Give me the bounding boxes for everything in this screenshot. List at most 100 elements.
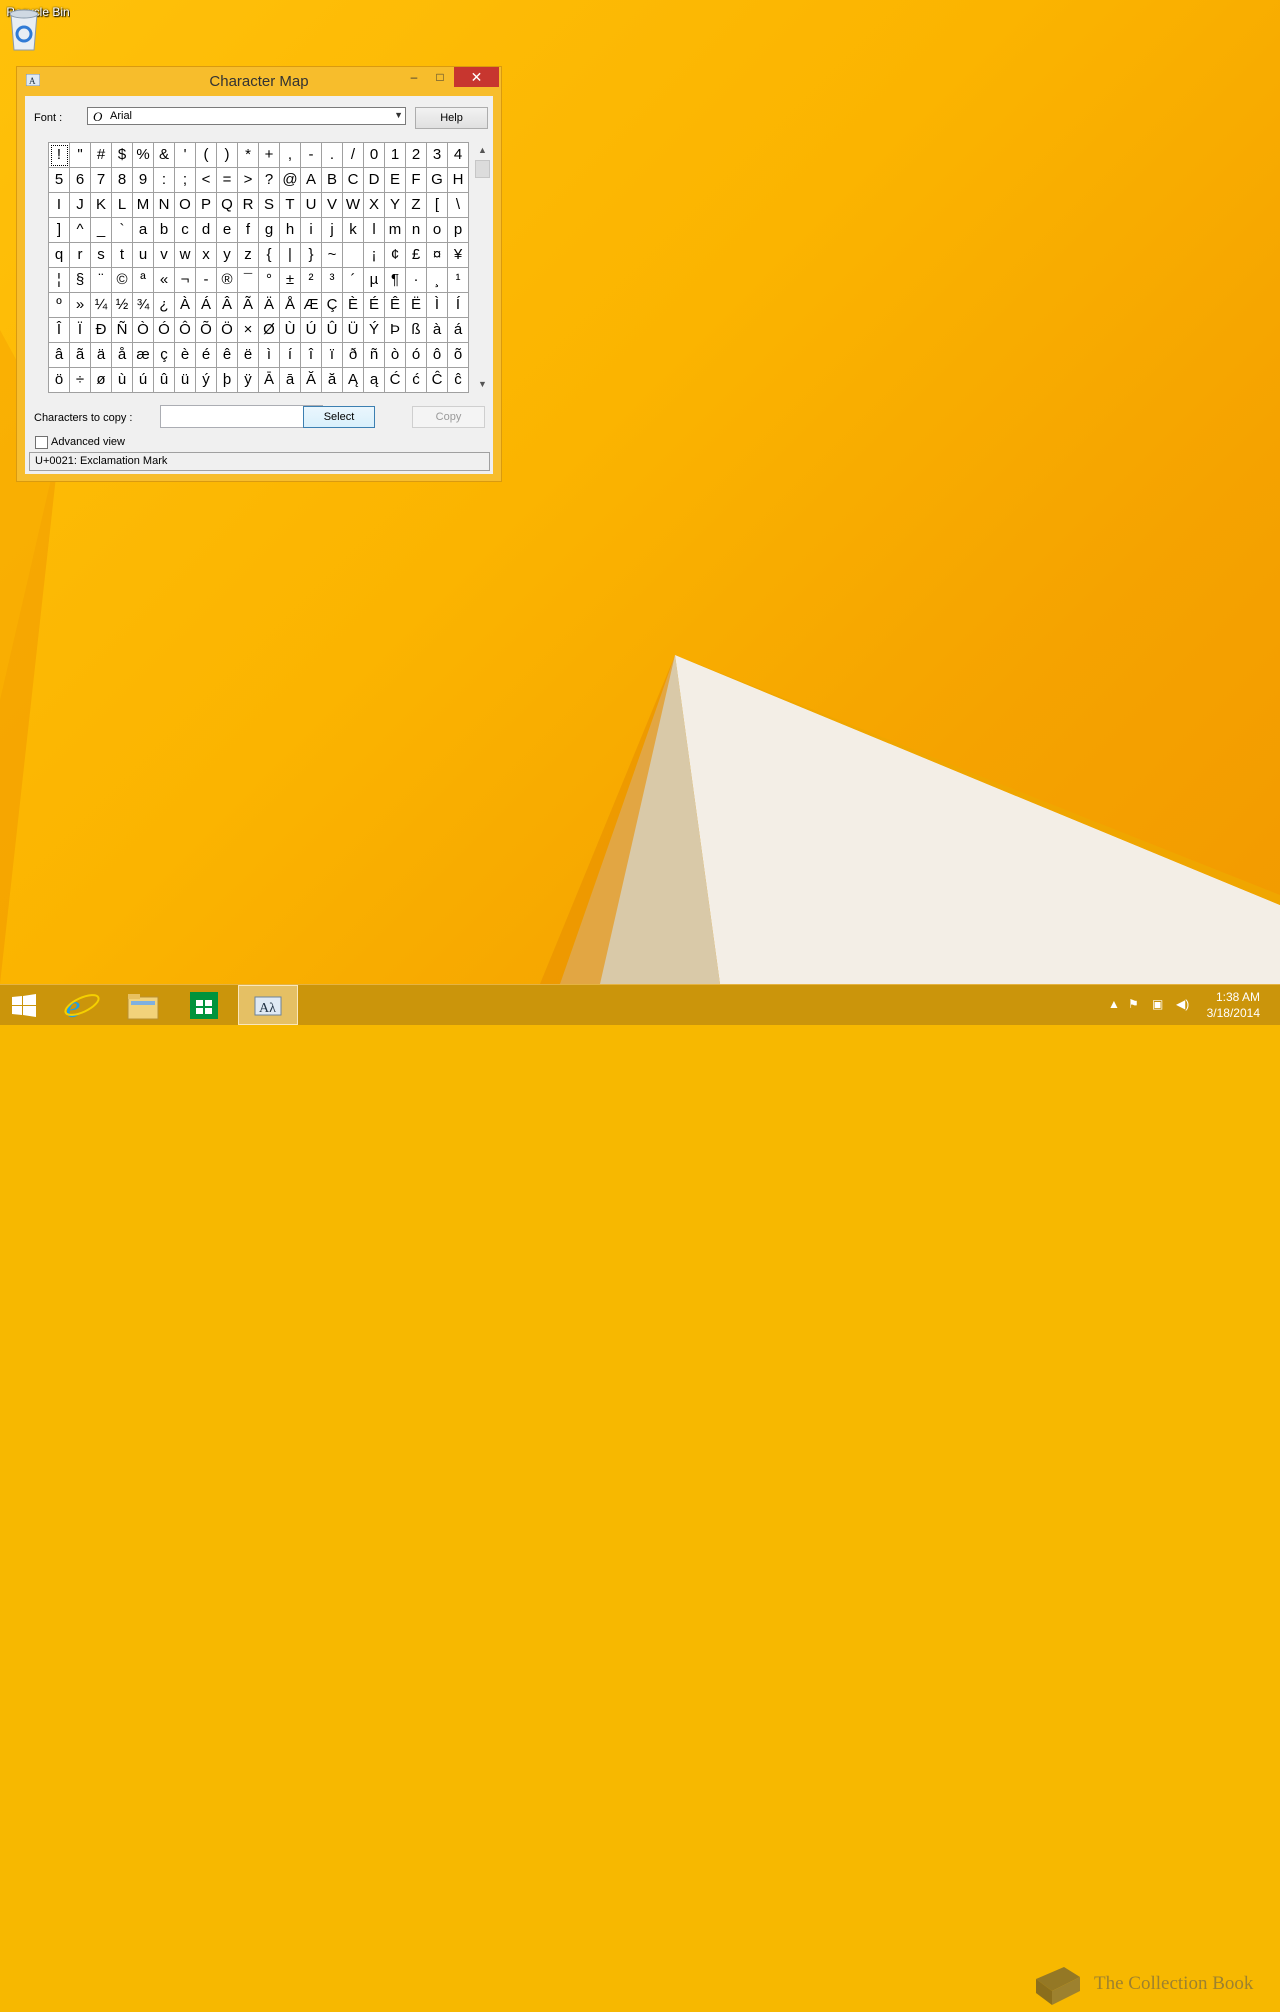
char-cell[interactable]: å xyxy=(112,343,133,368)
char-cell[interactable]: ¥ xyxy=(448,243,469,268)
char-cell[interactable]: È xyxy=(343,293,364,318)
char-cell[interactable]: Z xyxy=(406,193,427,218)
char-cell[interactable]: Ã xyxy=(238,293,259,318)
char-cell[interactable]: · xyxy=(406,268,427,293)
char-cell[interactable]: á xyxy=(448,318,469,343)
char-cell[interactable]: 9 xyxy=(133,168,154,193)
char-cell[interactable]: W xyxy=(343,193,364,218)
char-cell[interactable]: ĉ xyxy=(448,368,469,393)
char-cell[interactable]: # xyxy=(91,143,112,168)
char-cell[interactable]: ' xyxy=(175,143,196,168)
char-cell[interactable]: Á xyxy=(196,293,217,318)
char-cell[interactable]: Ë xyxy=(406,293,427,318)
start-button[interactable] xyxy=(0,985,48,1025)
char-cell[interactable]: t xyxy=(112,243,133,268)
char-cell[interactable]: ÿ xyxy=(238,368,259,393)
char-cell[interactable]: h xyxy=(280,218,301,243)
char-cell[interactable]: ì xyxy=(259,343,280,368)
char-cell[interactable]: M xyxy=(133,193,154,218)
volume-icon[interactable]: ◀) xyxy=(1176,997,1189,1011)
char-cell[interactable]: Ć xyxy=(385,368,406,393)
char-cell[interactable]: ç xyxy=(154,343,175,368)
maximize-button[interactable]: □ xyxy=(427,67,453,87)
char-cell[interactable]: y xyxy=(217,243,238,268)
recycle-bin[interactable]: Recycle Bin xyxy=(6,6,70,74)
char-cell[interactable]: % xyxy=(133,143,154,168)
char-cell[interactable]: ó xyxy=(406,343,427,368)
char-cell[interactable]: ! xyxy=(49,143,70,168)
char-cell[interactable]: @ xyxy=(280,168,301,193)
char-cell[interactable]: * xyxy=(238,143,259,168)
char-cell[interactable]: - xyxy=(301,143,322,168)
char-cell[interactable]: ¬ xyxy=(175,268,196,293)
char-cell[interactable]: ć xyxy=(406,368,427,393)
char-cell[interactable]: ¨ xyxy=(91,268,112,293)
taskbar-character-map[interactable]: Aλ xyxy=(238,985,298,1025)
char-cell[interactable]: Ä xyxy=(259,293,280,318)
char-cell[interactable]: < xyxy=(196,168,217,193)
char-cell[interactable]: , xyxy=(280,143,301,168)
chevron-down-icon[interactable]: ▼ xyxy=(394,110,403,120)
char-cell[interactable]: ¤ xyxy=(427,243,448,268)
char-cell[interactable]: § xyxy=(70,268,91,293)
char-cell[interactable]: ã xyxy=(70,343,91,368)
char-cell[interactable]: Â xyxy=(217,293,238,318)
char-cell[interactable]: 6 xyxy=(70,168,91,193)
char-cell[interactable]: ¾ xyxy=(133,293,154,318)
scroll-down-icon[interactable]: ▼ xyxy=(474,376,491,392)
char-cell[interactable]: " xyxy=(70,143,91,168)
char-cell[interactable]: ø xyxy=(91,368,112,393)
char-cell[interactable]: ) xyxy=(217,143,238,168)
char-cell[interactable]: × xyxy=(238,318,259,343)
characters-to-copy-input[interactable] xyxy=(160,405,323,428)
char-cell[interactable]: ª xyxy=(133,268,154,293)
char-cell[interactable]: ` xyxy=(112,218,133,243)
font-dropdown[interactable]: O Arial ▼ xyxy=(87,107,406,125)
char-cell[interactable]: ¢ xyxy=(385,243,406,268)
taskbar-store[interactable] xyxy=(174,985,234,1025)
char-cell[interactable]: } xyxy=(301,243,322,268)
char-cell[interactable]: ° xyxy=(259,268,280,293)
char-cell[interactable]: i xyxy=(301,218,322,243)
char-cell[interactable]: © xyxy=(112,268,133,293)
char-cell[interactable]: X xyxy=(364,193,385,218)
char-cell[interactable]: ú xyxy=(133,368,154,393)
clock[interactable]: 1:38 AM 3/18/2014 xyxy=(1207,989,1260,1021)
char-cell[interactable]: | xyxy=(280,243,301,268)
char-cell[interactable] xyxy=(343,243,364,268)
char-cell[interactable]: R xyxy=(238,193,259,218)
char-cell[interactable]: m xyxy=(385,218,406,243)
char-cell[interactable]: Ą xyxy=(343,368,364,393)
char-cell[interactable]: ô xyxy=(427,343,448,368)
char-cell[interactable]: Ô xyxy=(175,318,196,343)
char-cell[interactable]: Û xyxy=(322,318,343,343)
char-cell[interactable]: T xyxy=(280,193,301,218)
char-cell[interactable]: Q xyxy=(217,193,238,218)
char-cell[interactable]: Ç xyxy=(322,293,343,318)
char-cell[interactable]: Ü xyxy=(343,318,364,343)
char-cell[interactable]: Ú xyxy=(301,318,322,343)
char-cell[interactable]: d xyxy=(196,218,217,243)
char-cell[interactable]: ö xyxy=(49,368,70,393)
char-cell[interactable]: o xyxy=(427,218,448,243)
char-cell[interactable]: D xyxy=(364,168,385,193)
char-cell[interactable]: : xyxy=(154,168,175,193)
char-cell[interactable]: ~ xyxy=(322,243,343,268)
char-cell[interactable]: ? xyxy=(259,168,280,193)
char-cell[interactable]: \ xyxy=(448,193,469,218)
char-cell[interactable]: e xyxy=(217,218,238,243)
char-cell[interactable]: ä xyxy=(91,343,112,368)
char-cell[interactable]: ³ xyxy=(322,268,343,293)
char-cell[interactable]: & xyxy=(154,143,175,168)
char-cell[interactable]: É xyxy=(364,293,385,318)
char-cell[interactable]: æ xyxy=(133,343,154,368)
char-cell[interactable]: ¶ xyxy=(385,268,406,293)
char-cell[interactable]: Þ xyxy=(385,318,406,343)
char-cell[interactable]: Æ xyxy=(301,293,322,318)
char-cell[interactable]: p xyxy=(448,218,469,243)
char-cell[interactable]: ¿ xyxy=(154,293,175,318)
char-cell[interactable]: » xyxy=(70,293,91,318)
char-cell[interactable]: f xyxy=(238,218,259,243)
char-cell[interactable]: [ xyxy=(427,193,448,218)
char-cell[interactable]: ê xyxy=(217,343,238,368)
